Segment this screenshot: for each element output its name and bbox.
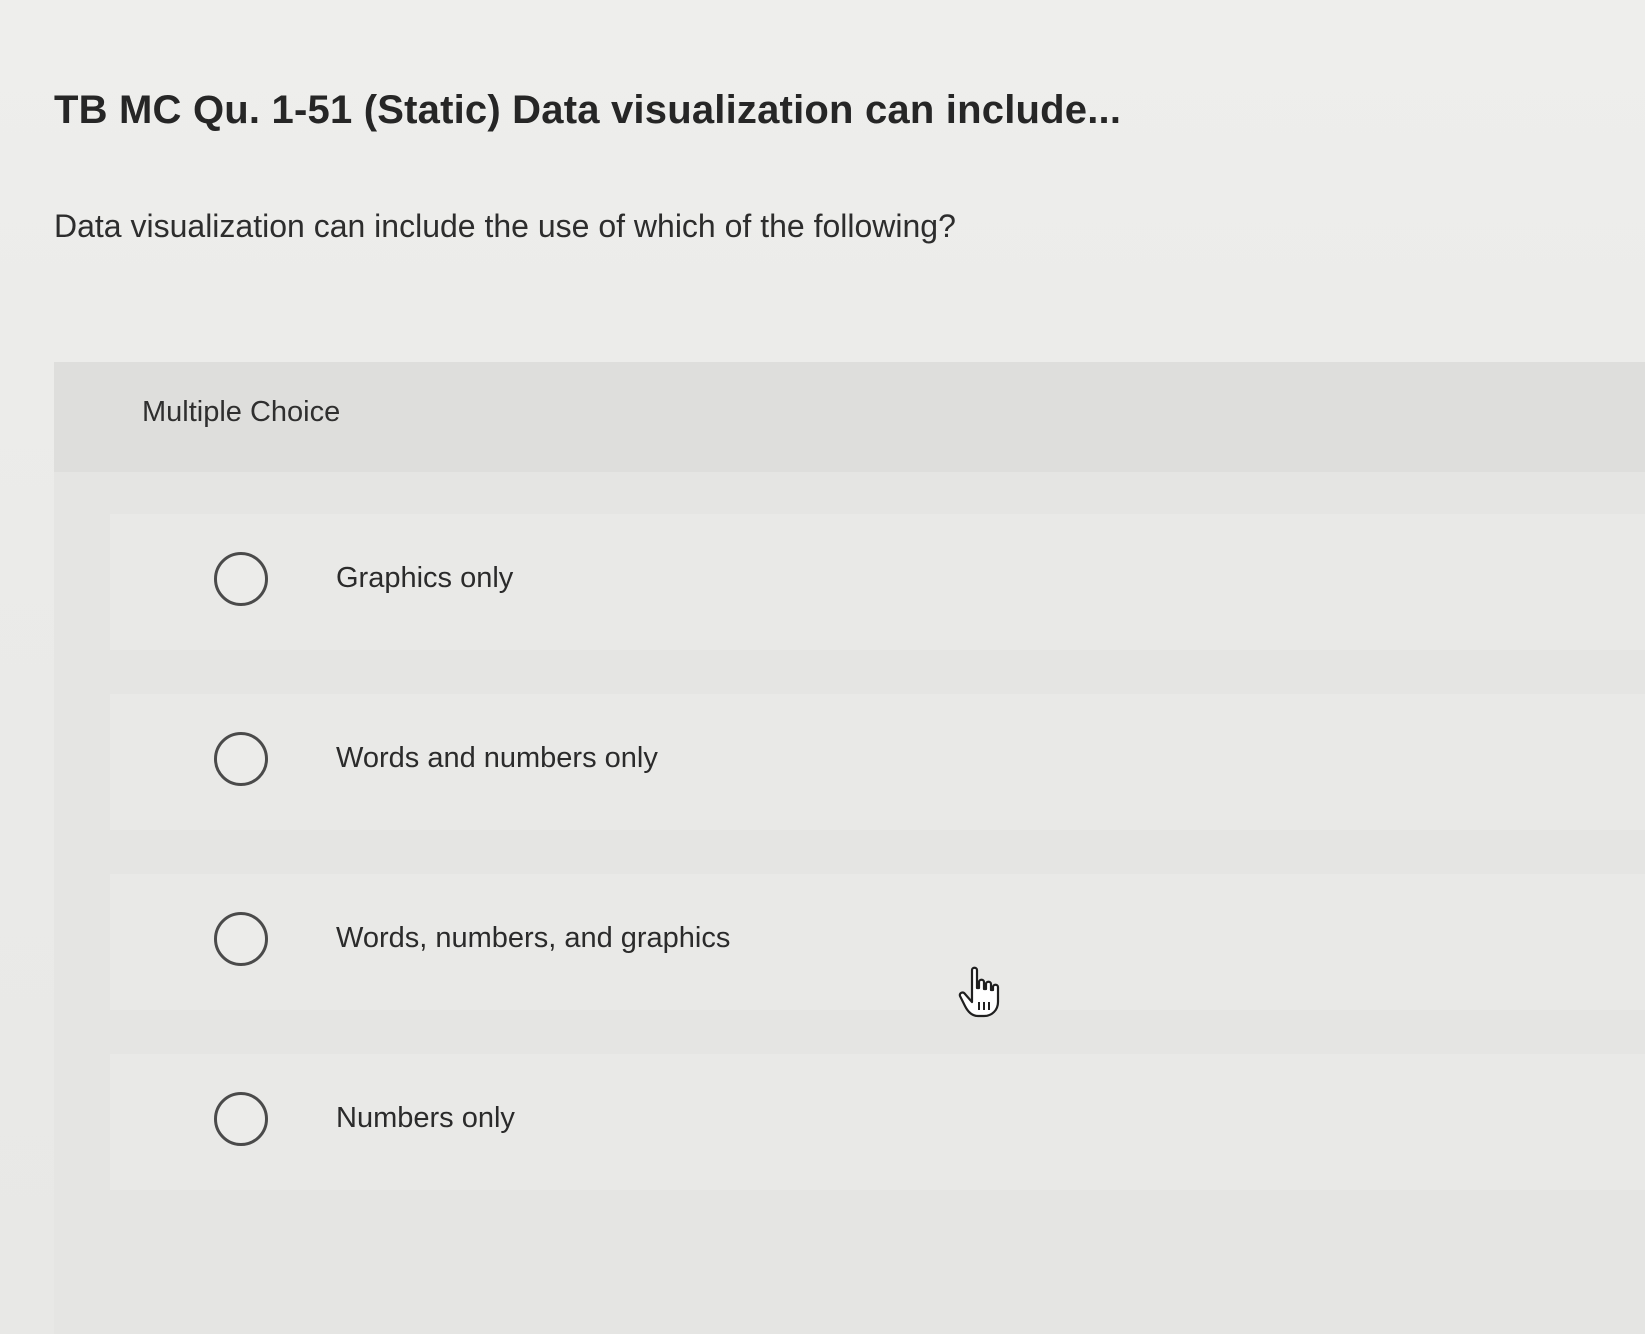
choice-option-label: Words and numbers only bbox=[336, 742, 658, 774]
hand-pointer-icon bbox=[958, 966, 1000, 1018]
choice-option-graphics-only[interactable]: Graphics only bbox=[110, 514, 1645, 650]
radio-button-icon[interactable] bbox=[214, 912, 268, 966]
radio-button-icon[interactable] bbox=[214, 1092, 268, 1146]
multiple-choice-panel: Multiple Choice Graphics only Words and … bbox=[54, 362, 1645, 1334]
choice-option-numbers-only[interactable]: Numbers only bbox=[110, 1054, 1645, 1190]
question-title: TB MC Qu. 1-51 (Static) Data visualizati… bbox=[54, 88, 1122, 132]
multiple-choice-header: Multiple Choice bbox=[54, 362, 1645, 472]
radio-button-icon[interactable] bbox=[214, 732, 268, 786]
choice-option-words-numbers-graphics[interactable]: Words, numbers, and graphics bbox=[110, 874, 1645, 1010]
radio-button-icon[interactable] bbox=[214, 552, 268, 606]
choice-option-label: Graphics only bbox=[336, 562, 514, 594]
choice-option-label: Numbers only bbox=[336, 1102, 515, 1134]
multiple-choice-label: Multiple Choice bbox=[142, 396, 341, 428]
question-page: TB MC Qu. 1-51 (Static) Data visualizati… bbox=[0, 0, 1645, 1334]
question-prompt: Data visualization can include the use o… bbox=[54, 208, 956, 244]
choice-option-words-and-numbers-only[interactable]: Words and numbers only bbox=[110, 694, 1645, 830]
choice-option-label: Words, numbers, and graphics bbox=[336, 922, 731, 954]
